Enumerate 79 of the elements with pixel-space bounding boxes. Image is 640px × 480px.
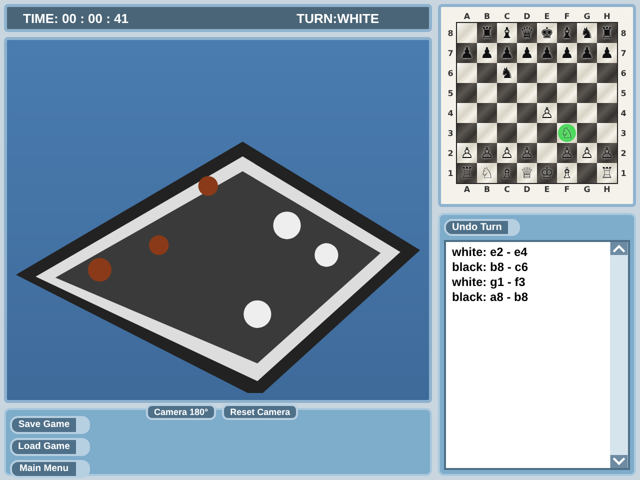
board-square[interactable] bbox=[477, 63, 497, 83]
rank-label: 1 bbox=[620, 168, 628, 180]
board-square[interactable] bbox=[537, 143, 557, 163]
move-entry: white: e2 - e4 bbox=[452, 245, 528, 260]
board-square[interactable] bbox=[577, 83, 597, 103]
rank-label: 5 bbox=[620, 88, 628, 100]
rank-label: 3 bbox=[446, 128, 454, 140]
board-square[interactable] bbox=[557, 103, 577, 123]
file-label: H bbox=[602, 184, 612, 196]
board-square[interactable] bbox=[477, 123, 497, 143]
board-square[interactable] bbox=[577, 63, 597, 83]
rank-label: 1 bbox=[446, 168, 454, 180]
turn-text: TURN:WHITE bbox=[296, 10, 379, 26]
file-label: G bbox=[582, 11, 592, 23]
file-label: C bbox=[503, 11, 511, 23]
file-label: F bbox=[563, 184, 571, 196]
board-square[interactable] bbox=[597, 103, 617, 123]
rank-label: 7 bbox=[446, 48, 454, 60]
file-label: H bbox=[602, 11, 612, 23]
rank-label: 7 bbox=[620, 48, 628, 60]
board-square[interactable] bbox=[457, 23, 477, 43]
board-square[interactable] bbox=[577, 163, 597, 183]
board-square[interactable] bbox=[517, 63, 537, 83]
rank-label: 8 bbox=[446, 28, 454, 40]
move-entry: white: g1 - f3 bbox=[452, 275, 526, 290]
board-square[interactable] bbox=[517, 123, 537, 143]
file-label: B bbox=[482, 11, 492, 23]
rank-label: 2 bbox=[446, 148, 454, 160]
file-label: B bbox=[482, 184, 492, 196]
file-label: A bbox=[462, 184, 472, 196]
board-square[interactable] bbox=[597, 83, 617, 103]
board-square[interactable] bbox=[537, 123, 557, 143]
rank-label: 2 bbox=[620, 148, 628, 160]
board-square[interactable] bbox=[577, 103, 597, 123]
camera-button[interactable]: Reset Camera bbox=[222, 404, 298, 420]
board-square[interactable] bbox=[457, 123, 477, 143]
menu-button[interactable]: Save Game bbox=[10, 416, 90, 434]
timer-text: TIME: 00 : 00 : 41 bbox=[23, 10, 128, 26]
board-square[interactable] bbox=[477, 103, 497, 123]
menu-button[interactable]: Load Game bbox=[10, 438, 90, 456]
file-label: E bbox=[543, 11, 551, 23]
rank-label: 5 bbox=[446, 88, 454, 100]
board-square[interactable] bbox=[597, 123, 617, 143]
file-label: G bbox=[582, 184, 592, 196]
camera-button[interactable]: Camera 180° bbox=[146, 404, 216, 420]
scrollbar[interactable] bbox=[610, 242, 628, 468]
rank-label: 8 bbox=[620, 28, 628, 40]
undo-button[interactable]: Undo Turn bbox=[444, 219, 520, 236]
scroll-down-icon[interactable] bbox=[610, 455, 628, 468]
file-label: A bbox=[462, 11, 472, 23]
board-square[interactable] bbox=[597, 63, 617, 83]
rank-label: 4 bbox=[620, 108, 628, 120]
board-square[interactable] bbox=[497, 123, 517, 143]
rank-label: 4 bbox=[446, 108, 454, 120]
file-label: F bbox=[563, 11, 571, 23]
scroll-up-icon[interactable] bbox=[610, 242, 628, 255]
board-square[interactable] bbox=[557, 83, 577, 103]
rank-label: 3 bbox=[620, 128, 628, 140]
move-entry: black: a8 - b8 bbox=[452, 290, 530, 305]
file-label: E bbox=[543, 184, 551, 196]
menu-button[interactable]: Main Menu bbox=[10, 460, 90, 478]
board-square[interactable] bbox=[537, 63, 557, 83]
board-square[interactable] bbox=[497, 103, 517, 123]
board-square[interactable] bbox=[497, 83, 517, 103]
board-square[interactable] bbox=[457, 63, 477, 83]
rank-label: 6 bbox=[620, 68, 628, 80]
move-entry: black: b8 - c6 bbox=[452, 260, 530, 275]
file-label: D bbox=[522, 11, 532, 23]
board-square[interactable] bbox=[517, 103, 537, 123]
board-square[interactable] bbox=[457, 103, 477, 123]
board-square[interactable] bbox=[557, 63, 577, 83]
file-label: D bbox=[522, 184, 532, 196]
board-square[interactable] bbox=[537, 83, 557, 103]
board-square[interactable] bbox=[517, 83, 537, 103]
board-square[interactable] bbox=[477, 83, 497, 103]
rank-label: 6 bbox=[446, 68, 454, 80]
file-label: C bbox=[503, 184, 511, 196]
board-square[interactable] bbox=[577, 123, 597, 143]
board-square[interactable] bbox=[457, 83, 477, 103]
